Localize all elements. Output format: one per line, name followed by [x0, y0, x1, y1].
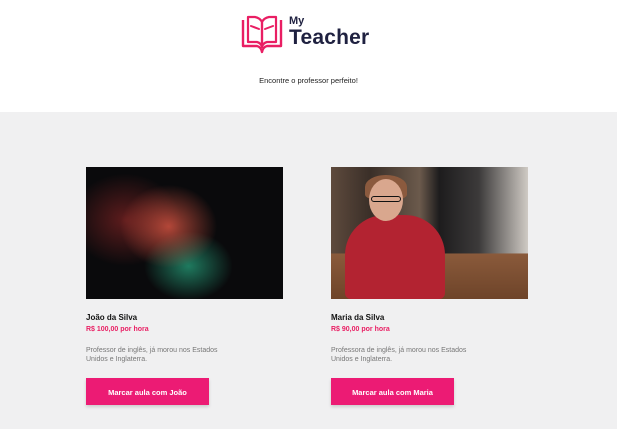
book-lesson-button[interactable]: Marcar aula com Maria	[331, 378, 454, 405]
page-header: My Teacher Encontre o professor perfeito…	[0, 0, 617, 112]
teacher-photo	[331, 167, 528, 299]
teacher-card: João da Silva R$ 100,00 por hora Profess…	[86, 167, 286, 405]
photo-figure-glasses	[371, 196, 401, 202]
book-icon	[241, 15, 283, 54]
teacher-description: Professor de inglês, já morou nos Estado…	[86, 347, 218, 363]
teacher-name: Maria da Silva	[331, 313, 385, 322]
teacher-card: Maria da Silva R$ 90,00 por hora Profess…	[331, 167, 531, 405]
teacher-description: Professora de inglês, já morou nos Estad…	[331, 347, 467, 363]
tagline: Encontre o professor perfeito!	[259, 76, 358, 85]
book-lesson-button[interactable]: Marcar aula com João	[86, 378, 209, 405]
photo-figure-body	[345, 215, 445, 299]
teacher-name: João da Silva	[86, 313, 138, 322]
teacher-list: João da Silva R$ 100,00 por hora Profess…	[0, 112, 617, 429]
logo[interactable]: My Teacher	[240, 14, 369, 54]
teacher-price: R$ 100,00 por hora	[86, 326, 149, 333]
teacher-price: R$ 90,00 por hora	[331, 326, 390, 333]
logo-big-text: Teacher	[289, 26, 370, 49]
teacher-photo	[86, 167, 283, 299]
